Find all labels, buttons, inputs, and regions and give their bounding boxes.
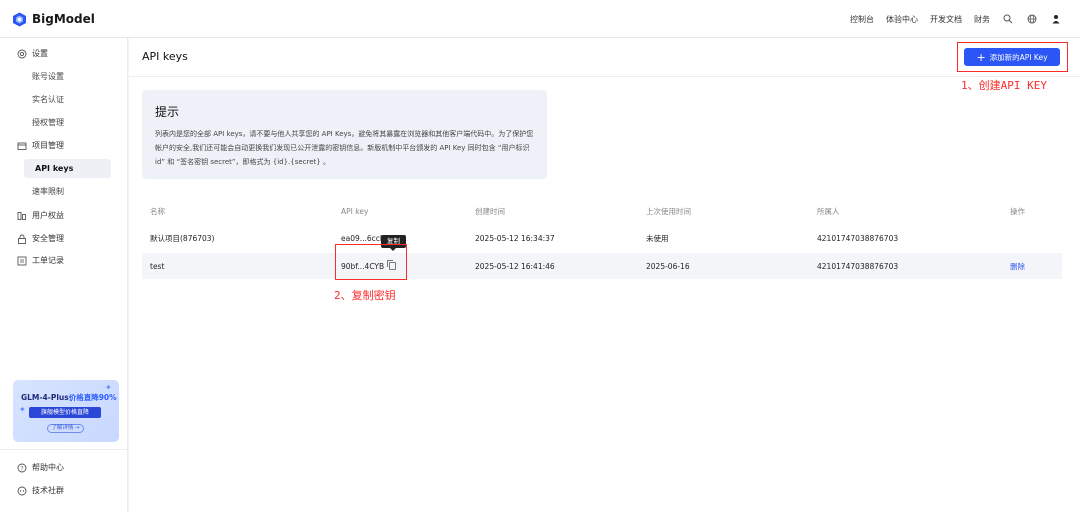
row-last-used: 2025-06-16 [646,261,690,271]
sidebar-group-user-rights[interactable]: 用户权益 [16,210,64,221]
nav-experience-center[interactable]: 体验中心 [886,14,918,25]
column-header-name: 名称 [150,206,165,216]
promo-title-highlight: 价格直降90% [68,393,117,402]
sidebar: 设置 账号设置 实名认证 授权管理 项目管理 API keys 速率限制 用户权… [0,38,128,512]
row-name: test [150,261,165,271]
column-header-api-key: API key [341,206,369,216]
sidebar-group-settings[interactable]: 设置 [16,48,48,59]
column-header-last-used: 上次使用时间 [646,206,691,216]
sidebar-footer-divider [0,449,128,450]
search-icon[interactable] [1002,13,1014,25]
logo-text: BigModel [32,12,95,26]
row-owner: 42101747038876703 [817,233,899,243]
annotation-box-create [957,42,1068,72]
sparkle-icon: ✦ [105,383,112,392]
folder-icon [16,140,27,151]
sidebar-group-label: 安全管理 [32,234,64,243]
nav-finance[interactable]: 财务 [974,14,990,25]
globe-icon[interactable] [1026,13,1038,25]
promo-learn-more-button[interactable]: 了解详情 → [47,424,84,433]
sidebar-group-projects[interactable]: 项目管理 [16,140,64,151]
sidebar-help-label: 帮助中心 [32,463,64,472]
row-created: 2025-05-12 16:41:46 [475,261,555,271]
column-header-owner: 所属人 [817,206,840,216]
tip-panel: 提示 列表内是您的全部 API keys，请不要与他人共享您的 API Keys… [142,90,547,179]
row-last-used: 未使用 [646,233,669,243]
sidebar-help-center[interactable]: ? 帮助中心 [16,462,64,473]
annotation-create-key: 1、创建API KEY [961,79,1047,92]
column-header-action: 操作 [1010,206,1025,216]
row-name: 默认项目(876703) [150,233,215,243]
rights-icon [16,210,27,221]
tip-body: 列表内是您的全部 API keys，请不要与他人共享您的 API Keys，避免… [155,130,534,166]
community-icon [16,485,27,496]
sidebar-group-label: 设置 [32,49,48,58]
row-owner: 42101747038876703 [817,261,899,271]
sidebar-group-label: 工单记录 [32,256,64,265]
top-bar: BigModel 控制台 体验中心 开发文档 财务 [0,0,1080,38]
nav-docs[interactable]: 开发文档 [930,14,962,25]
svg-text:?: ? [20,465,23,472]
annotation-copy-key: 2、复制密钥 [334,289,396,302]
row-created: 2025-05-12 16:34:37 [475,233,555,243]
promo-pill: 旗舰模型价格直降 [29,407,101,418]
table-header: 名称 API key 创建时间 上次使用时间 所属人 操作 [142,204,1062,218]
main-content: API keys + 添加新的API Key 1、创建API KEY 提示 列表… [129,38,1080,512]
sidebar-community-label: 技术社群 [32,486,64,495]
sparkle-icon: ✦ [19,405,26,414]
help-icon: ? [16,462,27,473]
gear-icon [16,48,27,59]
ticket-icon [16,255,27,266]
annotation-box-copy [335,244,407,280]
delete-button[interactable]: 删除 [1010,253,1025,279]
table-row: 默认项目(876703) ea09...6ccl 2025-05-12 16:3… [142,225,1062,251]
sidebar-group-label: 项目管理 [32,141,64,150]
top-nav: 控制台 体验中心 开发文档 财务 [838,11,1062,27]
nav-console[interactable]: 控制台 [850,14,874,25]
logo[interactable]: BigModel [12,10,95,28]
promo-banner[interactable]: ✦ ✦ GLM-4-Plus价格直降90% 旗舰模型价格直降 了解详情 → [13,380,119,442]
column-header-created: 创建时间 [475,206,505,216]
sidebar-community[interactable]: 技术社群 [16,485,64,496]
lock-icon [16,233,27,244]
sidebar-item-authorization[interactable]: 授权管理 [32,117,64,128]
tip-title: 提示 [155,105,180,119]
sidebar-group-tickets[interactable]: 工单记录 [16,255,64,266]
table-row: test 90bf...4CYB 2025-05-12 16:41:46 202… [142,253,1062,279]
promo-title-prefix: GLM-4-Plus [21,393,69,402]
sidebar-item-verification[interactable]: 实名认证 [32,94,64,105]
sidebar-item-account-settings[interactable]: 账号设置 [32,71,64,82]
sidebar-item-rate-limit[interactable]: 速率限制 [32,186,64,197]
user-icon[interactable] [1050,13,1062,25]
sidebar-item-api-keys[interactable]: API keys [24,159,111,178]
sidebar-group-security[interactable]: 安全管理 [16,233,64,244]
sidebar-group-label: 用户权益 [32,211,64,220]
bigmodel-logo-icon [12,12,27,27]
promo-title: GLM-4-Plus价格直降90% [21,392,117,403]
title-divider [129,76,1080,77]
page-title: API keys [142,50,188,63]
